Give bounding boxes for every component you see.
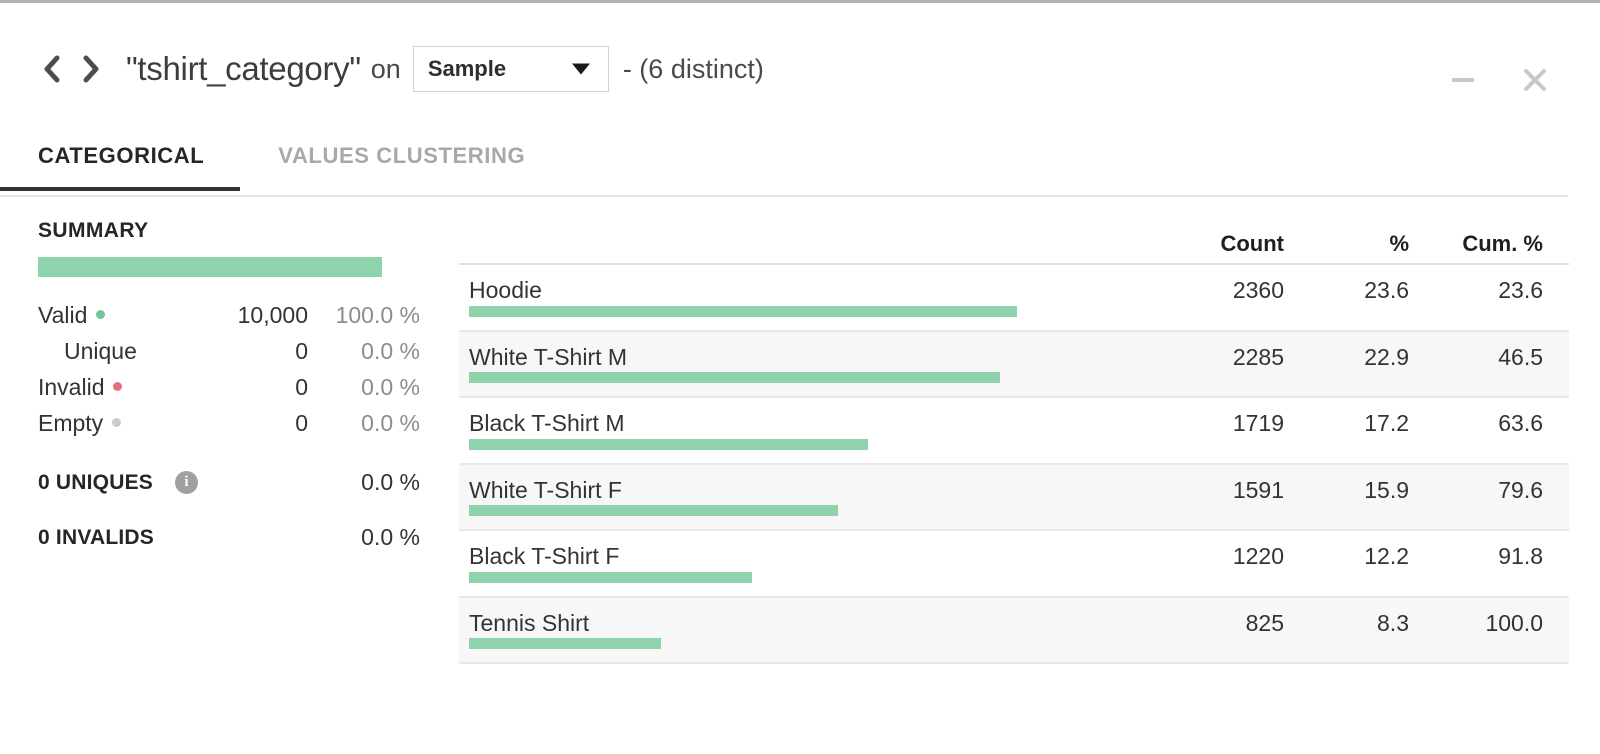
- summary-count-unique: 0: [295, 337, 308, 364]
- summary-row-invalid: Invalid 0 0.0 %: [38, 369, 420, 405]
- minimize-icon: [1452, 78, 1474, 82]
- row-cumulative-percent: 46.5: [1498, 343, 1543, 370]
- summary-label-empty: Empty: [38, 410, 198, 437]
- scope-select-value: Sample: [427, 56, 507, 81]
- row-count: 1220: [1232, 543, 1284, 569]
- distinct-count-label: - (6 distinct): [622, 53, 764, 84]
- summary-pct-unique: 0.0 %: [361, 337, 420, 364]
- row-frequency-bar: [469, 305, 1017, 317]
- row-cumulative-percent: 23.6: [1498, 277, 1543, 303]
- window-header: "tshirt_category" on Sample - (6 distinc…: [0, 3, 1600, 135]
- row-count: 2285: [1232, 343, 1284, 370]
- table-row[interactable]: Tennis Shirt 825 8.3 100.0: [459, 597, 1569, 664]
- column-header-count[interactable]: Count: [1134, 231, 1284, 257]
- row-cumulative-percent: 100.0: [1485, 609, 1543, 636]
- close-icon: [1524, 69, 1546, 91]
- column-profile-window: "tshirt_category" on Sample - (6 distinc…: [0, 0, 1600, 754]
- table-row[interactable]: Black T-Shirt F 1220 12.2 91.8: [459, 531, 1569, 598]
- table-row[interactable]: White T-Shirt M 2285 22.9 46.5: [459, 331, 1569, 398]
- table-row[interactable]: Hoodie 2360 23.6 23.6: [459, 265, 1569, 332]
- invalid-status-dot: [113, 381, 123, 391]
- summary-title: SUMMARY: [38, 219, 149, 242]
- row-count: 825: [1245, 609, 1284, 636]
- column-header-percent[interactable]: %: [1284, 231, 1409, 257]
- navigation-arrows: [38, 52, 104, 86]
- summary-label-unique: Unique: [64, 337, 137, 364]
- invalids-label: 0 INVALIDS: [38, 525, 154, 549]
- row-percent: 15.9: [1364, 476, 1409, 503]
- row-frequency-bar: [469, 505, 839, 516]
- row-count: 2360: [1232, 277, 1284, 303]
- row-value: Black T-Shirt F: [469, 543, 620, 569]
- close-button[interactable]: [1520, 65, 1550, 95]
- empty-status-dot: [112, 417, 122, 427]
- summary-pct-invalid: 0.0 %: [361, 373, 420, 400]
- tab-bar: CATEGORICAL VALUES CLUSTERING: [0, 135, 1600, 197]
- row-percent: 23.6: [1364, 277, 1409, 303]
- minimize-button[interactable]: [1448, 65, 1478, 95]
- row-cumulative-percent: 91.8: [1498, 543, 1543, 569]
- window-controls: [1448, 65, 1550, 95]
- scope-select[interactable]: Sample: [412, 46, 609, 92]
- frequency-table: Count % Cum. % Hoodie 2360 23.6 23.6 White T…: [459, 219, 1569, 664]
- invalids-stat-row: 0 INVALIDS 0.0 %: [38, 524, 420, 551]
- table-row[interactable]: Black T-Shirt M 1719 17.2 63.6: [459, 398, 1569, 465]
- row-count: 1719: [1232, 410, 1284, 436]
- row-percent: 22.9: [1364, 343, 1409, 370]
- tab-values-clustering[interactable]: VALUES CLUSTERING: [278, 135, 525, 191]
- invalids-pct: 0.0 %: [361, 524, 420, 550]
- summary-pct-valid: 100.0 %: [335, 301, 420, 328]
- page-title: "tshirt_category": [126, 50, 361, 87]
- summary-label-invalid: Invalid: [38, 374, 198, 401]
- chevron-down-icon: [571, 63, 590, 75]
- profile-body: SUMMARY Valid 10,000 100.0 % Unique 0 0.…: [0, 197, 1600, 664]
- row-count: 1591: [1232, 476, 1284, 503]
- summary-count-invalid: 0: [295, 373, 308, 400]
- row-cumulative-percent: 63.6: [1498, 410, 1543, 436]
- chevron-right-icon[interactable]: [78, 52, 104, 86]
- tab-categorical[interactable]: CATEGORICAL: [0, 135, 241, 191]
- valid-status-dot: [96, 309, 106, 319]
- summary-pct-empty: 0.0 %: [361, 409, 420, 436]
- summary-count-valid: 10,000: [237, 301, 308, 328]
- row-value: Hoodie: [469, 277, 542, 303]
- uniques-pct: 0.0 %: [361, 469, 420, 495]
- row-cumulative-percent: 79.6: [1498, 476, 1543, 503]
- row-value: Black T-Shirt M: [469, 410, 625, 436]
- row-percent: 8.3: [1377, 609, 1409, 636]
- summary-row-unique: Unique 0 0.0 %: [38, 333, 420, 369]
- summary-row-empty: Empty 0 0.0 %: [38, 405, 420, 441]
- uniques-label: 0 UNIQUES: [38, 470, 153, 494]
- summary-panel: SUMMARY Valid 10,000 100.0 % Unique 0 0.…: [38, 219, 420, 664]
- row-percent: 12.2: [1364, 543, 1409, 569]
- row-percent: 17.2: [1364, 410, 1409, 436]
- row-frequency-bar: [469, 438, 869, 450]
- column-header-cumulative[interactable]: Cum. %: [1409, 231, 1569, 257]
- table-row[interactable]: White T-Shirt F 1591 15.9 79.6: [459, 464, 1569, 531]
- info-icon[interactable]: i: [175, 471, 198, 494]
- row-value: Tennis Shirt: [469, 609, 590, 636]
- chevron-left-icon[interactable]: [38, 52, 64, 86]
- table-rows: Hoodie 2360 23.6 23.6 White T-Shirt M 2285 22.…: [459, 265, 1569, 664]
- summary-count-empty: 0: [295, 409, 308, 436]
- table-header-row: Count % Cum. %: [459, 219, 1569, 265]
- summary-label-valid: Valid: [38, 302, 198, 329]
- summary-row-valid: Valid 10,000 100.0 %: [38, 297, 420, 333]
- row-frequency-bar: [469, 571, 753, 583]
- uniques-stat-row: 0 UNIQUES i 0.0 %: [38, 469, 420, 496]
- row-frequency-bar: [469, 638, 661, 649]
- title-on-word: on: [370, 53, 401, 84]
- row-value: White T-Shirt F: [469, 476, 622, 503]
- row-value: White T-Shirt M: [469, 343, 628, 370]
- row-frequency-bar: [469, 372, 1000, 383]
- validity-bar: [38, 257, 382, 277]
